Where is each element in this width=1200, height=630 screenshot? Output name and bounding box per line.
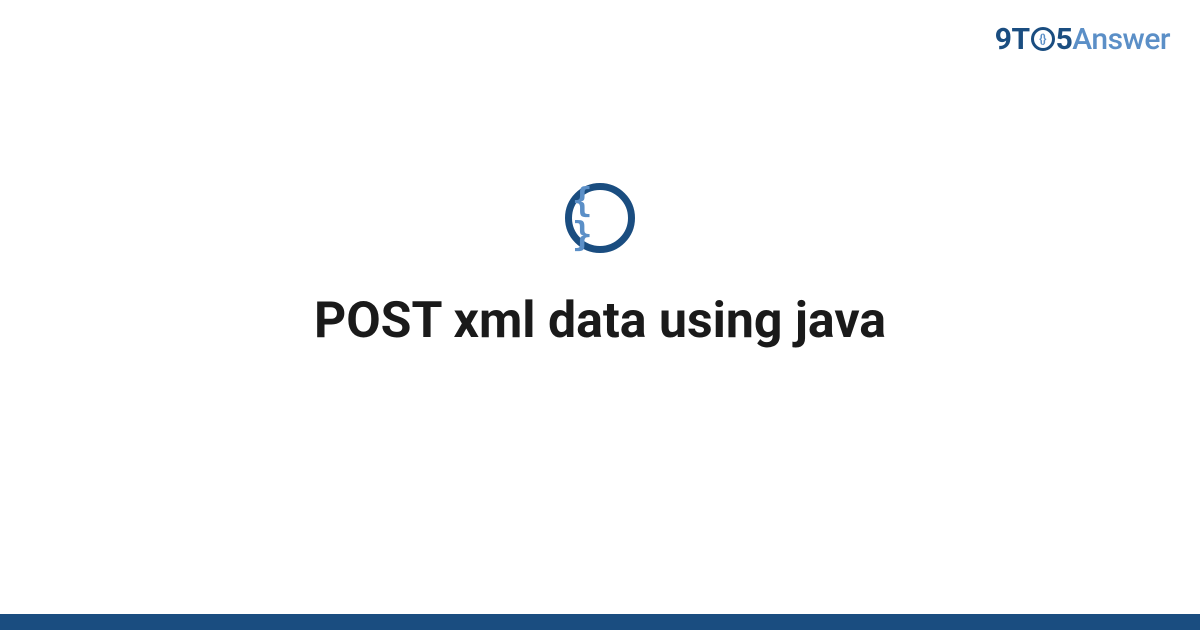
main-content: { } POST xml data using java	[0, 0, 1200, 614]
code-braces-icon: { }	[572, 184, 628, 252]
page-title: POST xml data using java	[314, 291, 886, 351]
footer-bar	[0, 614, 1200, 630]
category-icon: { }	[565, 183, 635, 253]
